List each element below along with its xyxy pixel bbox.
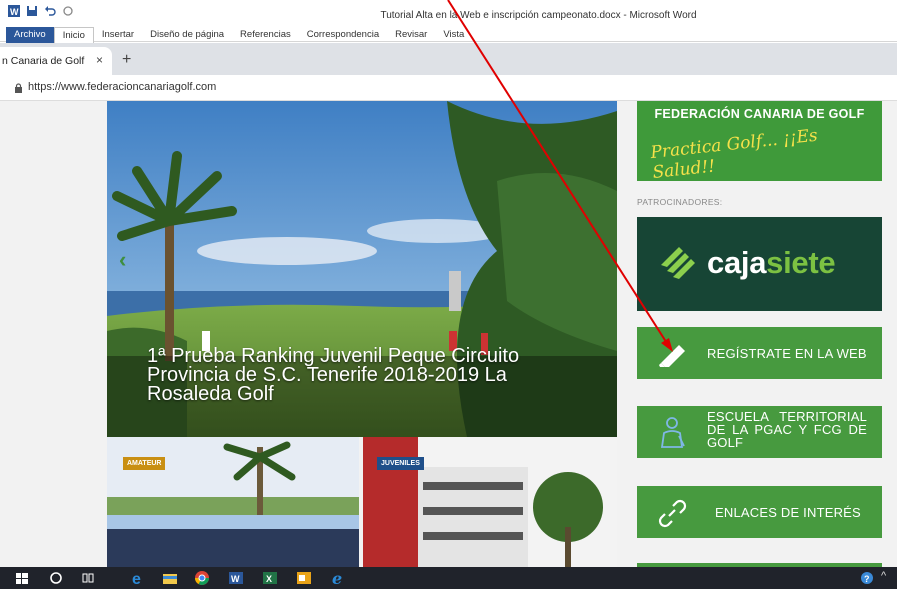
fcg-banner[interactable]: FEDERACIÓN CANARIA DE GOLF Practica Golf…	[637, 101, 882, 183]
svg-text:e: e	[132, 571, 141, 586]
tab-referencias[interactable]: Referencias	[232, 27, 299, 43]
word-titlebar: W Tutorial Alta en la Web e inscripción …	[0, 0, 897, 43]
ribbon-tabs: Archivo Inicio Insertar Diseño de página…	[6, 27, 472, 43]
tab-correspondencia[interactable]: Correspondencia	[299, 27, 387, 43]
help-icon[interactable]: ?	[860, 571, 874, 585]
cajasiete-text-caja: caja	[707, 245, 767, 280]
register-button-label: REGÍSTRATE EN LA WEB	[707, 346, 867, 361]
cajasiete-text-siete: siete	[766, 245, 836, 280]
news-thumbnail-juveniles[interactable]: JUVENILES	[363, 437, 617, 567]
amateur-badge: AMATEUR	[123, 457, 166, 470]
tab-title: n Canaria de Golf	[2, 55, 85, 67]
hero-slider[interactable]: ‹ 1ª Prueba Ranking Juvenil Peque Circui…	[107, 101, 617, 437]
links-button[interactable]: ENLACES DE INTERÉS	[637, 486, 882, 538]
url-text[interactable]: https://www.federacioncanariagolf.com	[28, 81, 216, 93]
sponsors-label: PATROCINADORES:	[637, 197, 723, 207]
juveniles-badge: JUVENILES	[377, 457, 424, 470]
svg-text:X: X	[266, 574, 272, 584]
tab-vista[interactable]: Vista	[435, 27, 472, 43]
fcg-slogan: Practica Golf... ¡¡Es Salud!!	[649, 125, 819, 183]
tab-revisar[interactable]: Revisar	[387, 27, 435, 43]
chrome-icon[interactable]	[194, 570, 210, 586]
fcg-title: FEDERACIÓN CANARIA DE GOLF	[654, 107, 865, 121]
web-page: ‹ 1ª Prueba Ranking Juvenil Peque Circui…	[0, 101, 897, 567]
link-icon	[658, 499, 687, 528]
cajasiete-wordmark: cajasiete	[707, 245, 836, 281]
news-thumbnail-amateur[interactable]: AMATEUR	[107, 437, 359, 567]
school-button[interactable]: ESCUELA TERRITORIAL DE LA PGAC Y FCG DE …	[637, 406, 882, 458]
register-button[interactable]: REGÍSTRATE EN LA WEB	[637, 327, 882, 379]
tab-close-icon[interactable]: ×	[96, 53, 103, 67]
lock-icon	[15, 83, 22, 93]
links-button-label: ENLACES DE INTERÉS	[715, 505, 861, 520]
new-tab-icon[interactable]: +	[122, 51, 131, 69]
slider-prev-arrow[interactable]: ‹	[119, 247, 126, 273]
edge-icon[interactable]: e	[130, 570, 146, 586]
task-view-icon[interactable]	[80, 570, 96, 586]
browser-tabstrip: n Canaria de Golf × +	[0, 43, 897, 75]
windows-start-icon[interactable]	[14, 570, 30, 586]
cajasiete-logo-icon	[661, 247, 695, 279]
window-title: Tutorial Alta en la Web e inscripción ca…	[380, 10, 697, 21]
outlook-icon[interactable]	[296, 570, 312, 586]
excel-icon[interactable]: X	[262, 570, 278, 586]
search-icon[interactable]	[48, 570, 64, 586]
chevron-up-icon[interactable]: ^	[881, 570, 886, 582]
svg-text:e: e	[332, 570, 342, 586]
hero-caption[interactable]: 1ª Prueba Ranking Juvenil Peque Circuito…	[147, 346, 587, 404]
golfer-icon	[660, 417, 685, 448]
pencil-icon	[659, 345, 685, 367]
word-icon[interactable]: W	[228, 570, 244, 586]
svg-text:W: W	[231, 574, 240, 584]
windows-taskbar: e W X e ? ^	[0, 567, 897, 589]
internet-explorer-icon[interactable]: e	[330, 570, 346, 586]
cajasiete-sponsor[interactable]: cajasiete	[637, 217, 882, 311]
file-explorer-icon[interactable]	[162, 570, 178, 586]
tab-diseno-de-pagina[interactable]: Diseño de página	[142, 27, 232, 43]
tab-archivo[interactable]: Archivo	[6, 27, 54, 43]
school-button-label: ESCUELA TERRITORIAL DE LA PGAC Y FCG DE …	[707, 409, 867, 450]
tab-inicio[interactable]: Inicio	[53, 27, 94, 43]
address-bar[interactable]: https://www.federacioncanariagolf.com	[0, 75, 897, 101]
svg-text:?: ?	[864, 574, 870, 584]
tab-insertar[interactable]: Insertar	[94, 27, 142, 43]
